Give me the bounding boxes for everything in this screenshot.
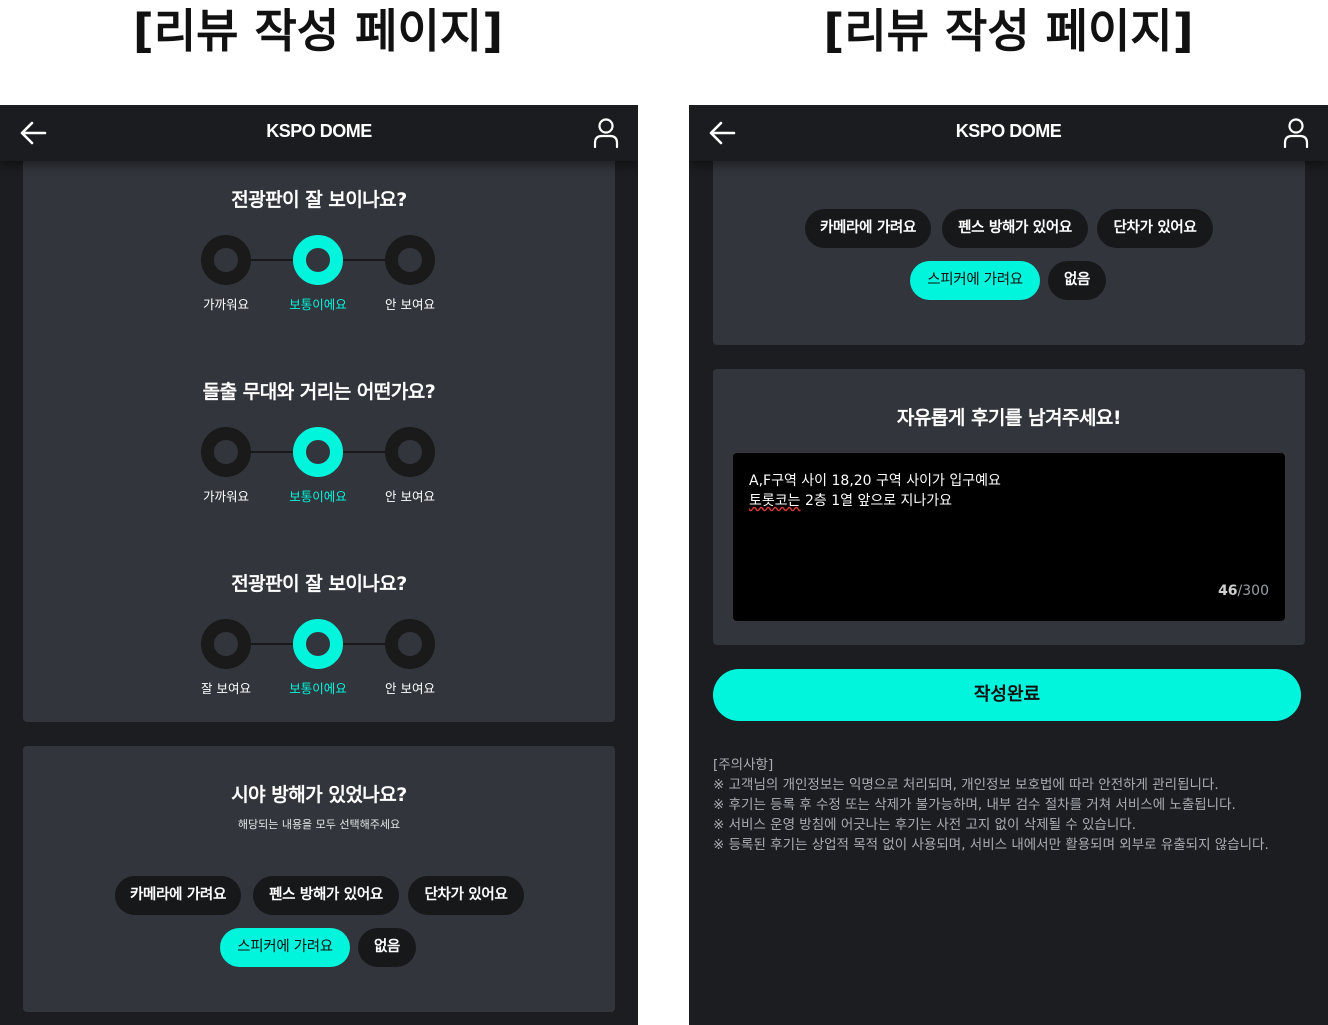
phone-screen-right: KSPO DOME 카메라에 가려요 펜스 방해가 있어요 단차가 있어요 스피… [689, 105, 1328, 1025]
chip-step[interactable]: 단차가 있어요 [1097, 209, 1213, 248]
submit-button[interactable]: 작성완료 [713, 669, 1301, 721]
app-title: KSPO DOME [266, 121, 372, 141]
scale-option-1-3[interactable] [385, 235, 435, 285]
char-count: 46 [1218, 583, 1238, 599]
top-app-bar: KSPO DOME [689, 105, 1328, 161]
phone-screen-left: KSPO DOME 전광판이 잘 보이나요? 가까워요 보통이에요 안 보여요 … [0, 105, 638, 1025]
review-card: 자유롭게 후기를 남겨주세요! A,F구역 사이 18,20 구역 사이가 입구… [713, 369, 1305, 645]
chip-camera[interactable]: 카메라에 가려요 [115, 876, 241, 915]
scale-label: 보통이에요 [289, 297, 347, 312]
scale-label: 가까워요 [202, 297, 249, 312]
top-app-bar: KSPO DOME [0, 105, 638, 161]
question-card: 전광판이 잘 보이나요? 가까워요 보통이에요 안 보여요 돌출 무대와 거리는… [23, 145, 615, 722]
chip-camera[interactable]: 카메라에 가려요 [805, 209, 931, 248]
scale-option-3-2[interactable] [293, 619, 343, 669]
char-max: /300 [1237, 583, 1269, 599]
review-text-line-2-rest: 2층 1열 앞으로 지나가요 [800, 493, 953, 509]
notice-title: [주의사항] [713, 757, 774, 773]
chip-none[interactable]: 없음 [1048, 261, 1106, 300]
scale-option-1-2[interactable] [293, 235, 343, 285]
notice-item: ※ 고객님의 개인정보는 익명으로 처리되며, 개인정보 보호법에 따라 안전하… [713, 777, 1219, 793]
review-text-line-2: 토롯코는 2층 1열 앞으로 지나가요 [749, 491, 1269, 511]
obstruction-subtitle: 해당되는 내용을 모두 선택해주세요 [237, 818, 401, 831]
notice-item: ※ 서비스 운영 방침에 어긋나는 후기는 사전 고지 없이 삭제될 수 있습니… [713, 817, 1136, 833]
char-counter: 46/300 [1218, 581, 1269, 601]
misspelled-word: 토롯코는 [749, 493, 801, 509]
notice-section: [주의사항] ※ 고객님의 개인정보는 익명으로 처리되며, 개인정보 보호법에… [713, 755, 1313, 855]
review-textarea[interactable]: A,F구역 사이 18,20 구역 사이가 입구예요 토롯코는 2층 1열 앞으… [733, 453, 1285, 621]
app-title: KSPO DOME [955, 121, 1062, 141]
rating-scale-3: 잘 보여요 보통이에요 안 보여요 [201, 619, 437, 709]
user-icon[interactable] [1282, 117, 1310, 149]
scale-label: 가까워요 [202, 489, 249, 504]
chip-none[interactable]: 없음 [358, 928, 416, 967]
rating-scale-2: 가까워요 보통이에요 안 보여요 [201, 427, 437, 517]
review-text-line-1: A,F구역 사이 18,20 구역 사이가 입구예요 [749, 473, 1001, 489]
question-title-2: 돌출 무대와 거리는 어떤가요? [202, 381, 436, 403]
scale-option-3-3[interactable] [385, 619, 435, 669]
obstruction-card: 시야 방해가 있었나요? 해당되는 내용을 모두 선택해주세요 카메라에 가려요… [23, 746, 615, 1012]
question-title-1: 전광판이 잘 보이나요? [231, 189, 407, 211]
notice-item: ※ 후기는 등록 후 수정 또는 삭제가 불가능하며, 내부 검수 절차를 거쳐… [713, 797, 1236, 813]
scale-label: 잘 보여요 [201, 681, 251, 696]
obstruction-title: 시야 방해가 있었나요? [231, 784, 407, 806]
obstruction-card: 카메라에 가려요 펜스 방해가 있어요 단차가 있어요 스피커에 가려요 없음 [713, 145, 1305, 345]
question-title-3: 전광판이 잘 보이나요? [231, 573, 407, 595]
user-icon[interactable] [592, 117, 620, 149]
scale-option-3-1[interactable] [201, 619, 251, 669]
chip-step[interactable]: 단차가 있어요 [408, 876, 524, 915]
scale-option-1-1[interactable] [201, 235, 251, 285]
chip-fence[interactable]: 펜스 방해가 있어요 [253, 876, 399, 915]
scale-label: 보통이에요 [289, 489, 347, 504]
page-heading-left: [리뷰 작성 페이지] [132, 4, 504, 58]
scale-option-2-1[interactable] [201, 427, 251, 477]
scale-label: 안 보여요 [385, 681, 435, 696]
notice-item: ※ 등록된 후기는 상업적 목적 없이 사용되며, 서비스 내에서만 활용되며 … [713, 837, 1269, 853]
chip-fence[interactable]: 펜스 방해가 있어요 [942, 209, 1088, 248]
scale-option-2-2[interactable] [293, 427, 343, 477]
scale-label: 보통이에요 [289, 681, 347, 696]
page-heading-right: [리뷰 작성 페이지] [823, 4, 1194, 58]
scale-label: 안 보여요 [385, 297, 435, 312]
scale-option-2-3[interactable] [385, 427, 435, 477]
chip-speaker[interactable]: 스피커에 가려요 [220, 928, 350, 967]
review-title: 자유롭게 후기를 남겨주세요! [896, 407, 1122, 429]
rating-scale-1: 가까워요 보통이에요 안 보여요 [201, 235, 437, 325]
chip-speaker[interactable]: 스피커에 가려요 [910, 261, 1040, 300]
scale-label: 안 보여요 [385, 489, 435, 504]
